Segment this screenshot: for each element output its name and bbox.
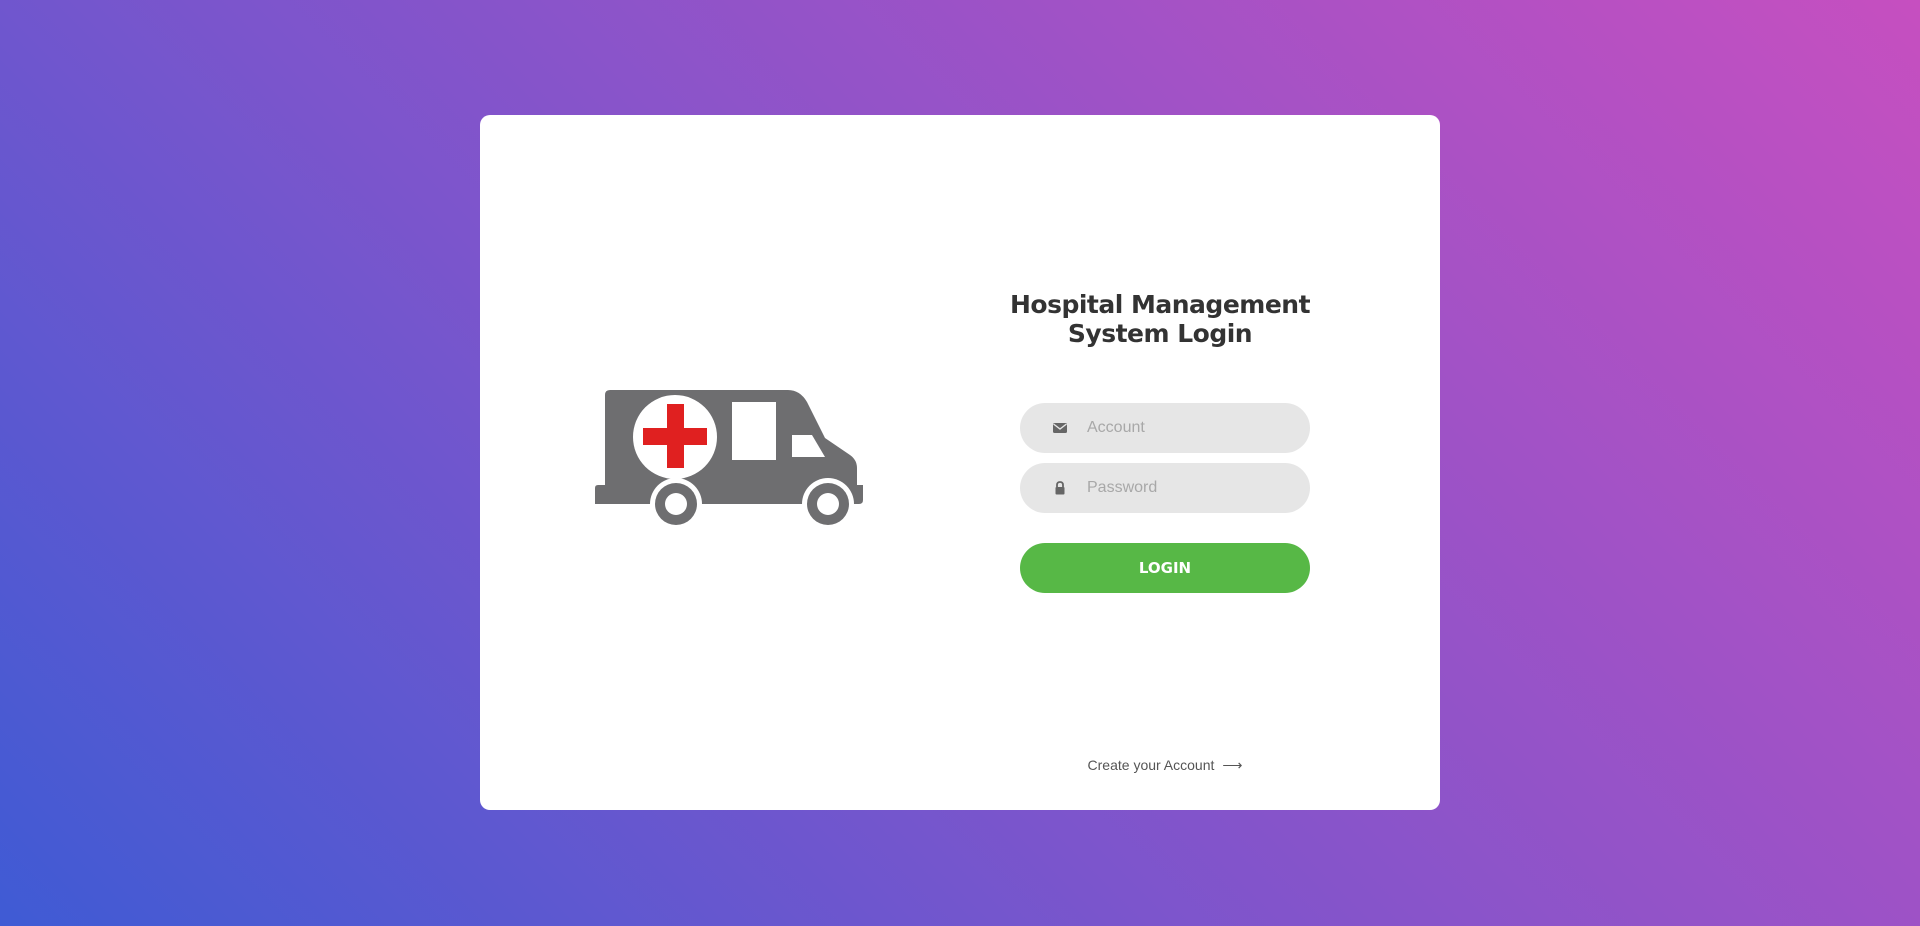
create-account-label: Create your Account — [1087, 757, 1215, 773]
login-button[interactable]: LOGIN — [1020, 543, 1310, 593]
page-title: Hospital Management System Login — [1000, 290, 1320, 348]
password-field[interactable] — [1020, 463, 1310, 513]
envelope-icon — [1053, 423, 1067, 433]
account-field[interactable] — [1020, 403, 1310, 453]
account-input[interactable] — [1087, 403, 1297, 453]
create-account-link[interactable]: Create your Account ⟶ — [1020, 757, 1310, 774]
arrow-right-icon: ⟶ — [1222, 757, 1243, 773]
page-title-line1: Hospital Management — [1009, 290, 1311, 319]
ambulance-icon — [595, 390, 863, 530]
lock-icon — [1055, 481, 1065, 495]
page-title-line2: System Login — [1067, 319, 1253, 348]
password-input[interactable] — [1087, 463, 1297, 513]
login-card: Hospital Management System Login LOGIN C… — [480, 115, 1440, 810]
